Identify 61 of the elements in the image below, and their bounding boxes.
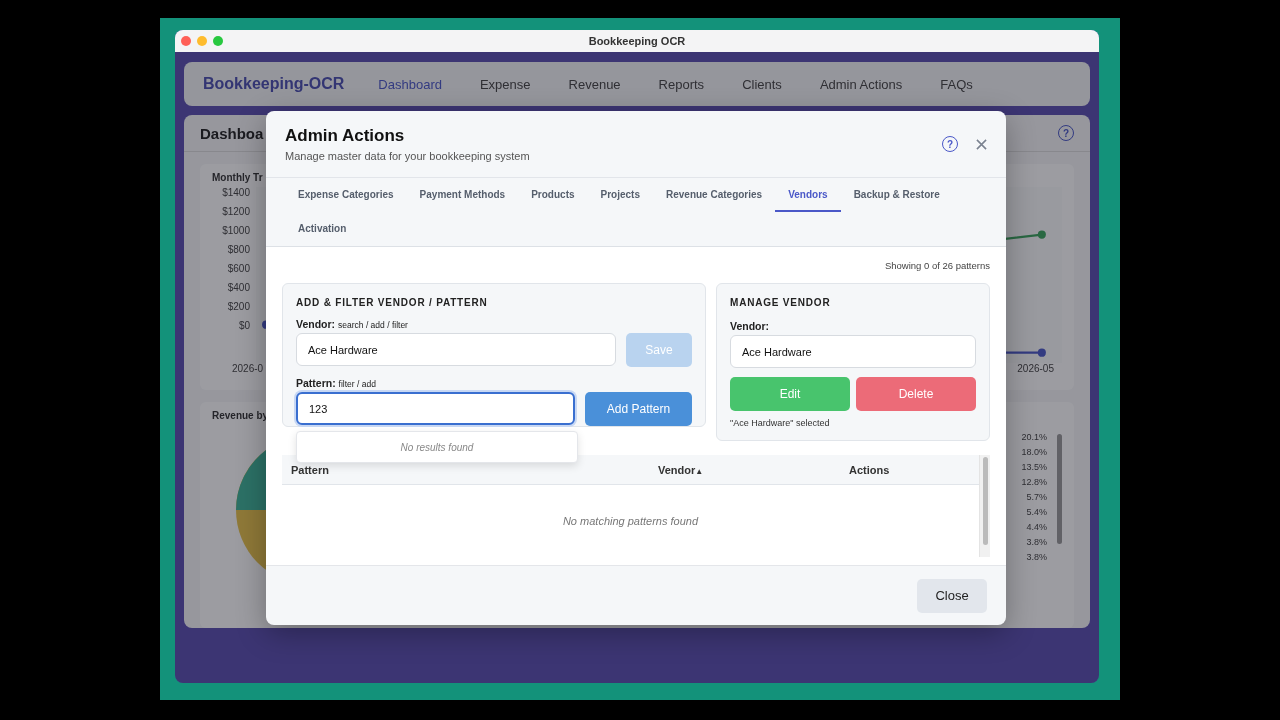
field-label: Vendor: search / add / filter [296,318,409,330]
chart-title: Monthly Tr [212,172,264,183]
axis-label: $1200 [222,206,250,217]
legend-value: 12.8% [1021,477,1047,487]
axis-label: $800 [227,244,250,255]
nav-link[interactable]: Expense [479,76,531,92]
dashboard-title: Dashboa [200,124,264,142]
vendor-input-field[interactable]: Ace Hardware [730,335,976,368]
no-results-message: No results found [400,441,474,453]
legend-value: 13.5% [1021,462,1047,472]
selection-note: "Ace Hardware" selected [730,418,831,428]
legend-value: 5.4% [1026,507,1047,517]
axis-label: 2026-0 [232,363,264,374]
brand-name: Bookkeeping-OCR [203,75,345,93]
axis-label: $1000 [222,225,250,236]
field-label: Vendor: [730,320,771,332]
legend-value: 3.8% [1026,552,1047,562]
axis-label: $200 [227,301,250,312]
add-pattern-button[interactable]: Add Pattern [585,392,692,426]
tab[interactable]: Revenue Categories [653,178,776,212]
legend-value: 4.4% [1026,522,1047,532]
nav-link[interactable]: Dashboard [378,76,442,92]
column-header[interactable]: Pattern [291,463,570,476]
tab[interactable]: Projects [587,178,653,212]
window-controls-icon[interactable] [181,36,223,46]
nav-link[interactable]: Reports [658,76,705,92]
field-label: Pattern: filter / add [296,377,377,389]
nav-link[interactable]: Revenue [568,76,621,92]
scrollbar[interactable] [1057,434,1062,544]
column-header[interactable]: Actions [849,463,979,476]
pattern-input-field[interactable]: 123 [296,392,575,425]
window-title: Bookkeeping OCR [588,35,686,47]
nav-link[interactable]: Admin Actions [819,76,903,92]
tab[interactable]: Products [518,178,588,212]
tab[interactable]: Expense Categories [285,178,407,212]
legend-value: 18.0% [1021,447,1047,457]
axis-label: $1400 [222,187,250,198]
empty-message: No matching patterns found [562,515,699,527]
legend-value: 3.8% [1026,537,1047,547]
close-button[interactable]: Close [917,578,987,613]
column-header[interactable]: Vendor▲ [570,463,849,476]
axis-label: $0 [238,320,250,331]
dialog-title: Admin Actions [285,126,406,146]
pattern-count: Showing 0 of 26 patterns [884,260,990,271]
close-icon[interactable] [976,138,987,150]
tab[interactable]: Payment Methods [406,178,519,212]
axis-label: $400 [227,282,250,293]
tab[interactable]: Vendors [775,178,841,212]
axis-label: 2026-05 [1017,363,1054,374]
axis-label: $600 [227,263,250,274]
scrollbar[interactable] [979,455,990,557]
tab[interactable]: Activation [285,212,360,246]
tab[interactable]: Backup & Restore [840,178,953,212]
card-heading: MANAGE VENDOR [730,297,832,308]
card-heading: ADD & FILTER VENDOR / PATTERN [296,297,489,308]
legend-value: 20.1% [1021,432,1047,442]
nav-link[interactable]: Clients [742,76,782,92]
legend-value: 5.7% [1026,492,1047,502]
dialog-subtitle: Manage master data for your bookkeeping system [285,150,531,162]
vendor-input-field[interactable]: Ace Hardware [296,333,616,366]
nav-link[interactable]: FAQs [940,76,973,92]
